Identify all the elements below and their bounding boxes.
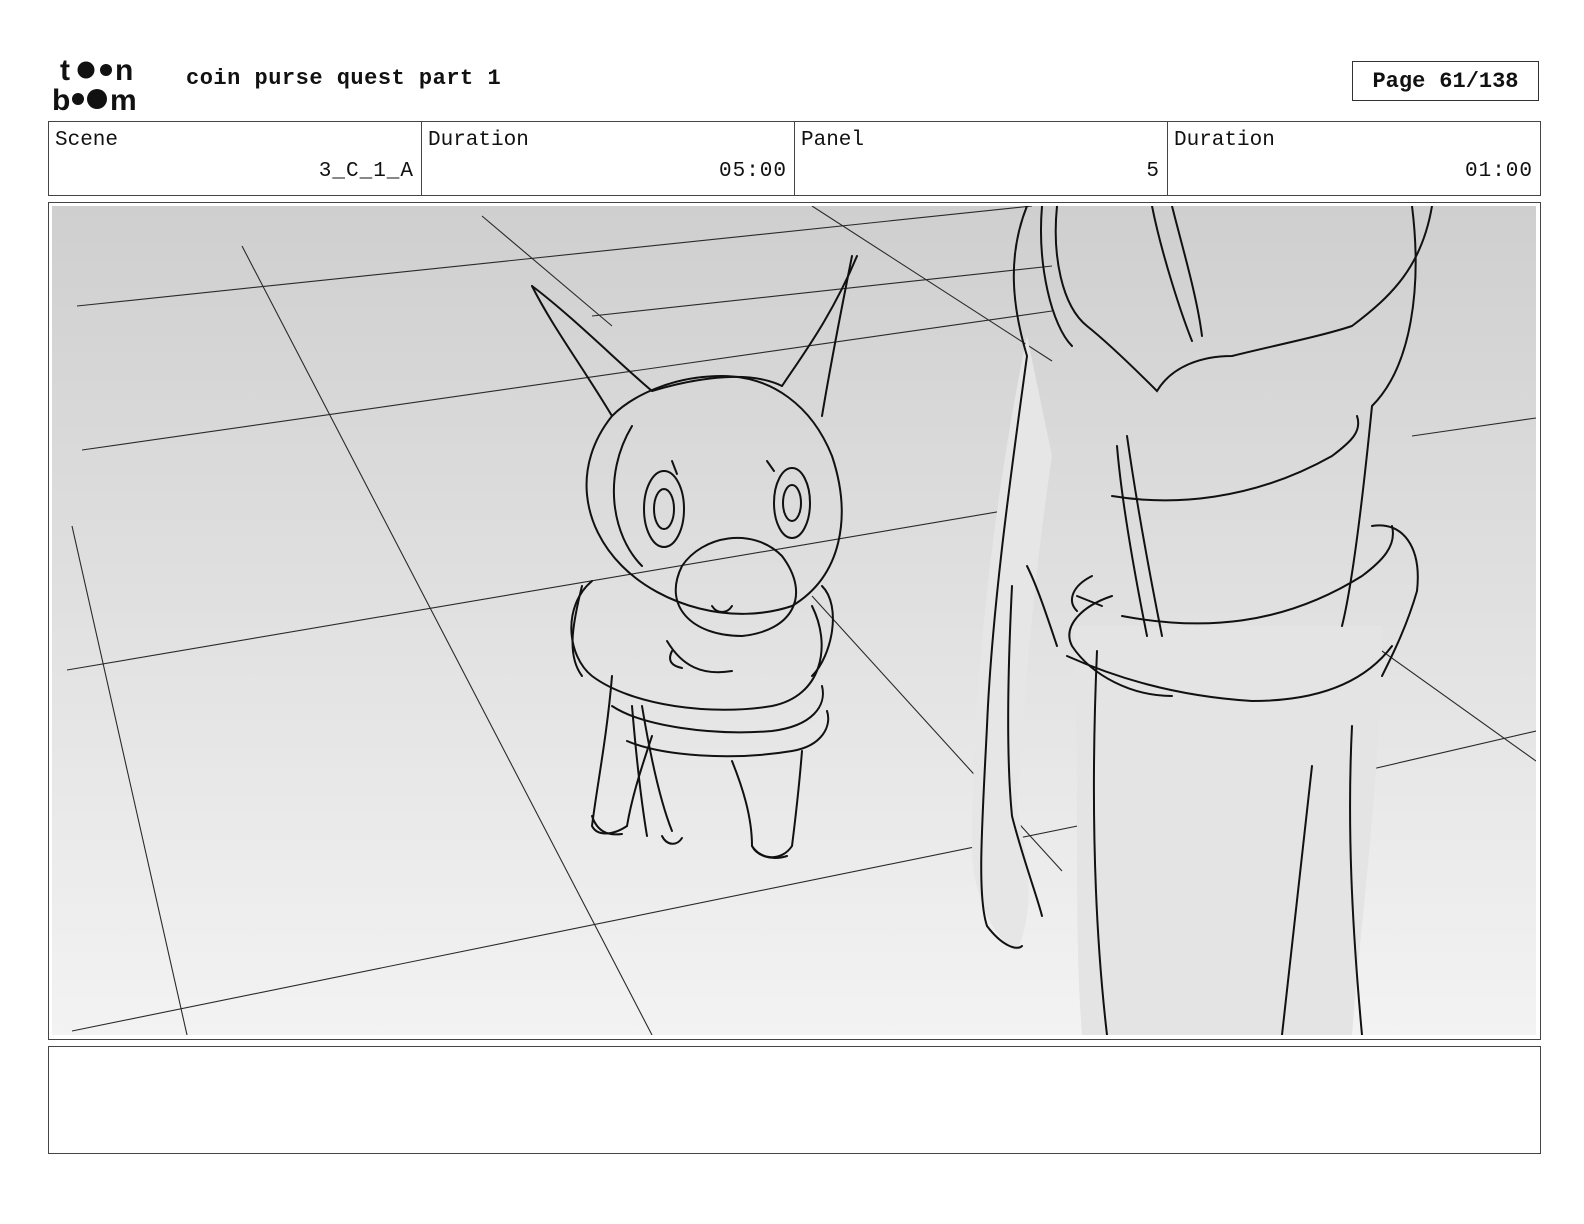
page-indicator: Page 61/138 bbox=[1352, 61, 1539, 101]
panel-duration-value: 01:00 bbox=[1464, 160, 1533, 183]
scene-duration-cell: Duration 05:00 bbox=[422, 122, 795, 195]
notes-box bbox=[48, 1046, 1541, 1154]
svg-text:n: n bbox=[115, 54, 133, 87]
svg-text:b: b bbox=[52, 84, 70, 112]
panel-sketch bbox=[52, 206, 1536, 1035]
svg-text:m: m bbox=[110, 84, 137, 112]
panel-cell: Panel 5 bbox=[795, 122, 1168, 195]
project-title: coin purse quest part 1 bbox=[186, 66, 502, 91]
scene-cell: Scene 3_C_1_A bbox=[49, 122, 422, 195]
scene-label: Scene bbox=[55, 129, 119, 152]
panel-label: Panel bbox=[801, 129, 865, 152]
scene-duration-value: 05:00 bbox=[718, 160, 787, 183]
panel-value: 5 bbox=[1146, 160, 1160, 183]
toonboom-logo: t n b m bbox=[52, 54, 137, 112]
panel-duration-label: Duration bbox=[1174, 129, 1275, 152]
scene-duration-label: Duration bbox=[428, 129, 529, 152]
scene-info-table: Scene 3_C_1_A Duration 05:00 Panel 5 Dur… bbox=[48, 121, 1541, 196]
scene-value: 3_C_1_A bbox=[318, 160, 414, 183]
page-label: Page bbox=[1372, 68, 1426, 94]
page-number: 61/138 bbox=[1439, 68, 1519, 94]
storyboard-panel bbox=[48, 202, 1541, 1040]
panel-duration-cell: Duration 01:00 bbox=[1168, 122, 1540, 195]
svg-text:t: t bbox=[60, 54, 70, 87]
notes-text bbox=[49, 1047, 1540, 1063]
